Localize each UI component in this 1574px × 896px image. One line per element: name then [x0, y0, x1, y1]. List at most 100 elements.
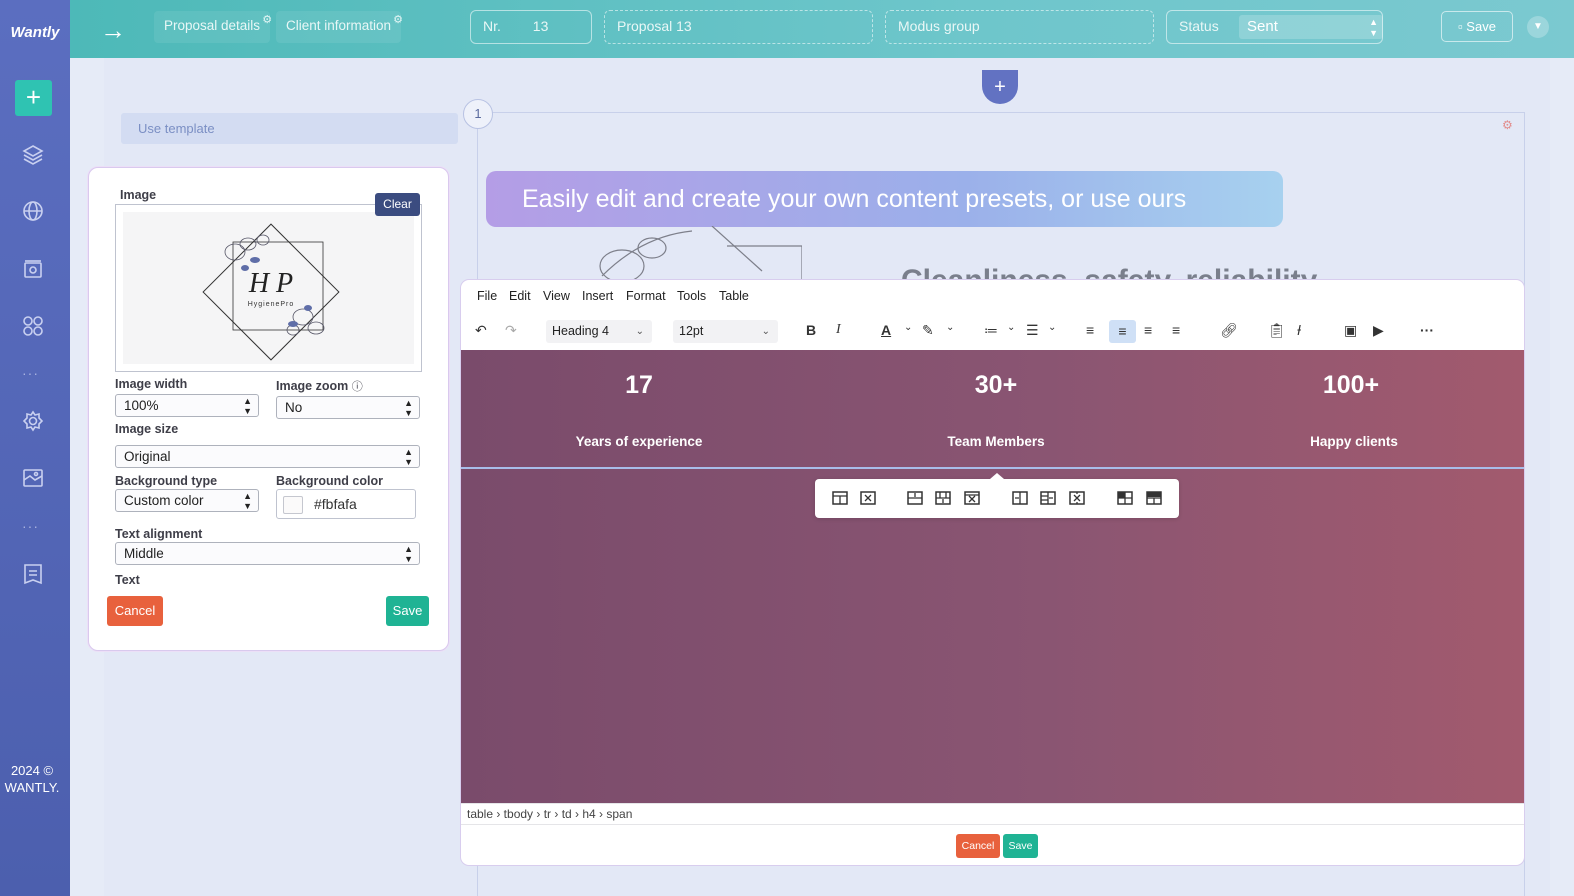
proposal-name-field[interactable]: Proposal 13 [604, 10, 873, 44]
tab-client-information[interactable]: Client information ⚙ [276, 11, 403, 43]
background-type-select[interactable]: Custom color ▲ ▼ [115, 489, 259, 512]
apps-grid-icon[interactable] [22, 315, 44, 337]
document-list-icon[interactable] [22, 563, 44, 585]
tab-label: Proposal details [164, 18, 261, 33]
background-color-value[interactable]: #fbfafa [314, 490, 357, 518]
image-gallery-icon[interactable] [22, 258, 44, 280]
chevron-down-icon[interactable]: ⌄ [946, 322, 954, 342]
link-icon[interactable]: 🔗︎ [1220, 322, 1238, 342]
color-swatch[interactable] [283, 496, 303, 514]
align-left-icon[interactable]: ≡ [1086, 322, 1094, 342]
settings-icon[interactable]: ⚙ [1502, 118, 1513, 132]
insert-row-before-icon[interactable] [907, 490, 923, 506]
justify-icon[interactable]: ≡ [1172, 322, 1180, 342]
font-size-select[interactable]: 12pt ⌄ [673, 320, 778, 343]
table-row-header-icon[interactable] [1117, 490, 1133, 506]
proposal-number-field[interactable]: Nr. 13 [470, 10, 592, 44]
menu-insert[interactable]: Insert [582, 289, 613, 303]
more-dots-icon[interactable]: ··· [22, 365, 39, 381]
align-center-icon[interactable]: ≡ [1109, 320, 1136, 343]
client-field[interactable]: Modus group [885, 10, 1154, 44]
stat-number[interactable]: 30+ [916, 371, 1076, 400]
align-right-icon[interactable]: ≡ [1144, 322, 1152, 342]
text-alignment-select[interactable]: Middle ▲ ▼ [115, 542, 420, 565]
number-value[interactable]: 13 [533, 18, 549, 34]
image-width-value: 100% [124, 398, 159, 413]
layers-icon[interactable] [22, 143, 44, 165]
tab-proposal-details[interactable]: Proposal details ⚙ [154, 11, 272, 43]
cancel-button[interactable]: Cancel [107, 596, 163, 626]
save-button[interactable]: ▫ Save [1441, 11, 1513, 42]
chevron-down-icon[interactable]: ⌄ [1007, 322, 1015, 342]
delete-table-icon[interactable] [860, 490, 876, 506]
globe-icon[interactable] [22, 200, 44, 222]
insert-column-after-icon[interactable] [1040, 490, 1056, 506]
media-icon[interactable] [22, 467, 44, 489]
highlight-icon[interactable]: ✎ [922, 322, 934, 342]
more-icon[interactable]: ··· [1420, 322, 1434, 342]
delete-row-icon[interactable] [964, 490, 980, 506]
stat-label[interactable]: Happy clients [1254, 434, 1454, 449]
editor-cancel-button[interactable]: Cancel [956, 834, 1000, 858]
bold-icon[interactable]: B [806, 322, 816, 342]
stat-number[interactable]: 100+ [1271, 371, 1431, 400]
app-logo[interactable]: Wantly [0, 24, 70, 41]
text-alignment-label: Text alignment [115, 527, 203, 541]
numbered-list-icon[interactable]: ≔ [984, 322, 998, 342]
table-column-header-icon[interactable] [1146, 490, 1162, 506]
italic-icon[interactable]: I [836, 322, 841, 342]
clear-button[interactable]: Clear [375, 193, 420, 216]
more-dots-icon[interactable]: ··· [22, 518, 39, 534]
menu-format[interactable]: Format [626, 289, 666, 303]
expand-arrow-icon[interactable]: → [100, 15, 126, 46]
gear-icon[interactable]: ⚙ [262, 5, 272, 35]
status-value: Sent [1247, 18, 1278, 35]
delete-column-icon[interactable] [1069, 490, 1085, 506]
text-color-icon[interactable]: A [881, 322, 891, 342]
gear-icon[interactable]: ⚙ [393, 5, 403, 35]
clear-format-icon[interactable]: Ɨ [1297, 322, 1301, 342]
insert-column-before-icon[interactable] [1012, 490, 1028, 506]
image-preview[interactable]: H P HygienePro [115, 204, 422, 372]
insert-row-after-icon[interactable] [935, 490, 951, 506]
menu-tools[interactable]: Tools [677, 289, 706, 303]
stat-label[interactable]: Team Members [896, 434, 1096, 449]
use-template-button[interactable]: Use template [121, 113, 458, 144]
section-heading: Cleanliness, safety, reliability [901, 262, 1361, 280]
media-icon[interactable]: ▶ [1373, 322, 1384, 342]
info-icon[interactable]: ⓘ [352, 381, 363, 393]
paste-icon[interactable]: 📋︎ [1268, 322, 1286, 342]
chevron-down-icon[interactable]: ⌄ [1048, 322, 1056, 342]
stat-label[interactable]: Years of experience [539, 434, 739, 449]
bullet-list-icon[interactable]: ☰ [1026, 322, 1039, 342]
image-width-select[interactable]: 100% ▲ ▼ [115, 394, 259, 417]
menu-edit[interactable]: Edit [509, 289, 531, 303]
undo-icon[interactable]: ↶ [475, 322, 487, 342]
chevron-down-icon: ⌄ [635, 326, 644, 337]
stat-number[interactable]: 17 [559, 371, 719, 400]
editor-content[interactable] [461, 350, 1524, 803]
add-button[interactable]: + [15, 80, 52, 116]
chevron-down-icon[interactable]: ⌄ [904, 322, 912, 342]
image-size-select[interactable]: Original ▲ ▼ [115, 445, 420, 468]
image-zoom-select[interactable]: No ▲ ▼ [276, 396, 420, 419]
status-select[interactable]: Sent ▲ ▼ [1239, 15, 1383, 39]
menu-table[interactable]: Table [719, 289, 749, 303]
menu-view[interactable]: View [543, 289, 570, 303]
save-button[interactable]: Save [386, 596, 429, 626]
chevron-down-icon: ⌄ [761, 326, 770, 337]
redo-icon[interactable]: ↷ [505, 322, 517, 342]
image-icon[interactable]: ▣ [1344, 322, 1357, 342]
table-properties-icon[interactable] [832, 490, 848, 506]
gear-icon[interactable] [22, 410, 44, 432]
select-arrows-icon: ▲ ▼ [404, 544, 413, 564]
background-color-input[interactable]: #fbfafa [276, 489, 416, 519]
section-number: 1 [463, 99, 493, 129]
menu-file[interactable]: File [477, 289, 497, 303]
background-type-value: Custom color [124, 493, 204, 508]
editor-save-button[interactable]: Save [1003, 834, 1038, 858]
chevron-down-icon[interactable]: ▼ [1527, 16, 1549, 38]
block-format-select[interactable]: Heading 4 ⌄ [546, 320, 652, 343]
save-label: Save [1466, 19, 1496, 34]
select-arrows-icon: ▲ ▼ [243, 491, 252, 511]
